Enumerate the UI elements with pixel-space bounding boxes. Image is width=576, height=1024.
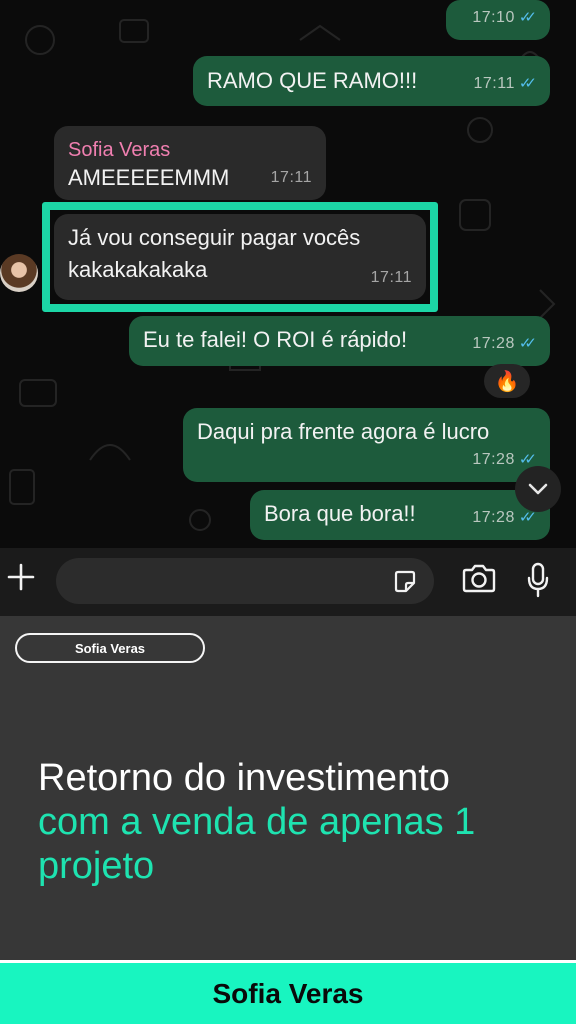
reaction-badge[interactable]: 🔥 — [484, 364, 530, 398]
message-bubble[interactable]: Daqui pra frente agora é lucro 17:28 ✓✓ — [183, 408, 550, 482]
headline-line-2: com a venda de apenas 1 — [38, 801, 476, 843]
message-time: 17:11 — [473, 75, 515, 92]
message-bubble[interactable]: RAMO QUE RAMO!!! 17:11 ✓✓ — [193, 56, 550, 106]
read-ticks-icon: ✓✓ — [518, 75, 537, 92]
message-input-bar — [0, 548, 576, 616]
read-ticks-icon: ✓✓ — [518, 335, 537, 352]
scroll-to-bottom-button[interactable] — [515, 466, 561, 512]
message-time: 17:10 — [472, 9, 515, 26]
message-bubble[interactable]: Bora que bora!! 17:28 ✓✓ — [250, 490, 550, 540]
avatar[interactable] — [0, 254, 38, 292]
message-text: Eu te falei! O ROI é rápido! — [143, 327, 408, 352]
message-meta: 17:11 — [271, 162, 312, 194]
sticker-icon[interactable] — [392, 569, 418, 595]
message-time: 17:28 — [472, 335, 515, 352]
name-tag: Sofia Veras — [15, 633, 205, 663]
highlight-frame — [42, 202, 438, 312]
message-bubble[interactable]: Eu te falei! O ROI é rápido! 17:28 ✓✓ — [129, 316, 550, 366]
plus-icon[interactable] — [6, 562, 36, 592]
microphone-icon[interactable] — [527, 562, 549, 598]
message-bubble[interactable]: Sofia Veras AMEEEEEMMM 17:11 — [54, 126, 326, 200]
message-text: RAMO QUE RAMO!!! — [207, 68, 418, 93]
read-ticks-icon: ✓✓ — [518, 9, 537, 26]
message-bubble[interactable]: 17:10 ✓✓ — [446, 0, 550, 40]
headline-line-1: Retorno do investimento — [38, 757, 450, 799]
message-time: 17:11 — [270, 169, 312, 186]
message-meta: 17:11 ✓✓ — [473, 68, 538, 100]
headline-line-3: projeto — [38, 845, 155, 887]
fire-emoji-icon: 🔥 — [494, 370, 520, 393]
caption-panel: Sofia Veras Retorno do investimento com … — [0, 616, 576, 960]
chevron-down-icon — [528, 483, 548, 495]
footer-bar: Sofia Veras — [0, 960, 576, 1024]
camera-icon[interactable] — [461, 564, 497, 594]
headline: Retorno do investimento com a venda de a… — [38, 756, 475, 888]
chat-area[interactable]: 17:10 ✓✓ RAMO QUE RAMO!!! 17:11 ✓✓ Sofia… — [0, 0, 576, 548]
footer-name: Sofia Veras — [212, 977, 364, 1009]
message-text: Daqui pra frente agora é lucro — [197, 419, 490, 444]
message-time: 17:28 — [472, 451, 515, 468]
message-time: 17:28 — [472, 509, 515, 526]
message-meta: 17:28 ✓✓ — [472, 328, 537, 360]
message-text: AMEEEEEMMM — [68, 165, 230, 190]
message-text: Bora que bora!! — [264, 501, 416, 526]
message-input[interactable] — [56, 558, 434, 604]
message-meta: 17:10 ✓✓ — [472, 2, 537, 34]
